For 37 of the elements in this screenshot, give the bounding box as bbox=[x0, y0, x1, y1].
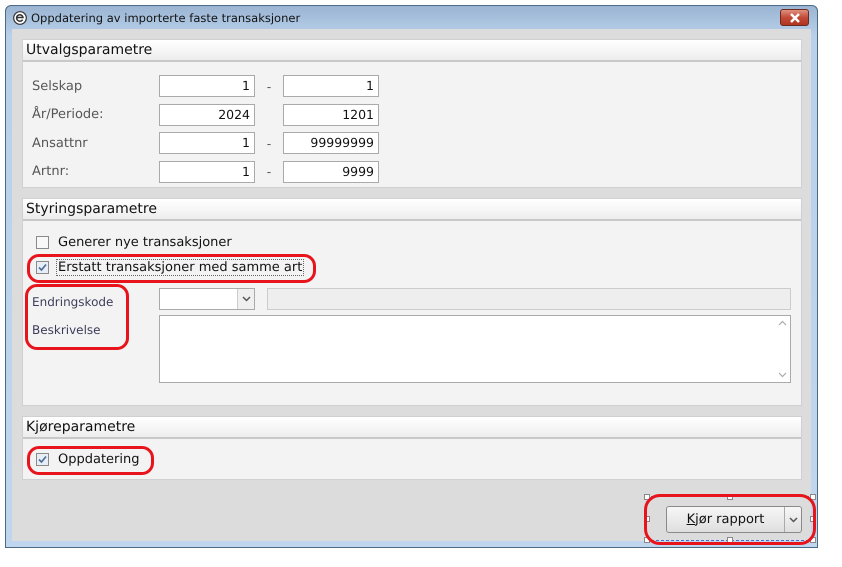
app-icon bbox=[13, 10, 27, 24]
close-button[interactable] bbox=[780, 9, 809, 26]
scroll-up-icon bbox=[778, 320, 786, 326]
checkbox-label: Generer nye transaksjoner bbox=[57, 234, 233, 251]
range-dash: - bbox=[266, 136, 272, 151]
checkbox[interactable] bbox=[36, 236, 49, 249]
field-label: Endringskode bbox=[32, 294, 114, 311]
field-label: Beskrivelse bbox=[32, 322, 102, 339]
input-field[interactable]: 1 bbox=[283, 75, 379, 98]
field-label: Selskap bbox=[32, 78, 84, 94]
input-field[interactable]: 99999999 bbox=[283, 132, 379, 154]
field-label: Ansattnr bbox=[32, 136, 89, 151]
checkbox[interactable] bbox=[36, 453, 49, 466]
input-field[interactable]: 1201 bbox=[283, 104, 379, 126]
dropdown[interactable] bbox=[159, 288, 255, 310]
checkbox-label: Oppdatering bbox=[57, 451, 140, 468]
range-dash: - bbox=[266, 78, 272, 94]
run-report-button[interactable]: Kjør rapport bbox=[666, 506, 802, 533]
input-field[interactable]: 1 bbox=[159, 75, 255, 98]
caret-icon bbox=[237, 289, 254, 309]
input-field[interactable]: 9999 bbox=[283, 160, 379, 183]
section-header: Styringsparametre bbox=[23, 199, 801, 221]
checkbox-label: Erstatt transaksjoner med samme art bbox=[56, 259, 304, 276]
close-icon bbox=[788, 12, 802, 22]
caret-icon bbox=[788, 516, 798, 522]
field-label: År/Periode: bbox=[32, 107, 105, 122]
field-label: Artnr: bbox=[32, 164, 70, 180]
scroll-down-icon bbox=[778, 372, 786, 378]
range-dash: - bbox=[266, 164, 272, 180]
input-field[interactable]: 1 bbox=[159, 132, 255, 154]
window-title: Oppdatering av importerte faste transaksjoner bbox=[31, 10, 302, 24]
input-field[interactable]: 2024 bbox=[159, 104, 255, 126]
section-header: Kjøreparametre bbox=[23, 417, 801, 439]
text-area[interactable] bbox=[159, 315, 791, 383]
section-header: Utvalgsparametre bbox=[23, 40, 801, 62]
checkbox[interactable] bbox=[36, 261, 49, 274]
input-field[interactable]: 1 bbox=[159, 160, 255, 183]
